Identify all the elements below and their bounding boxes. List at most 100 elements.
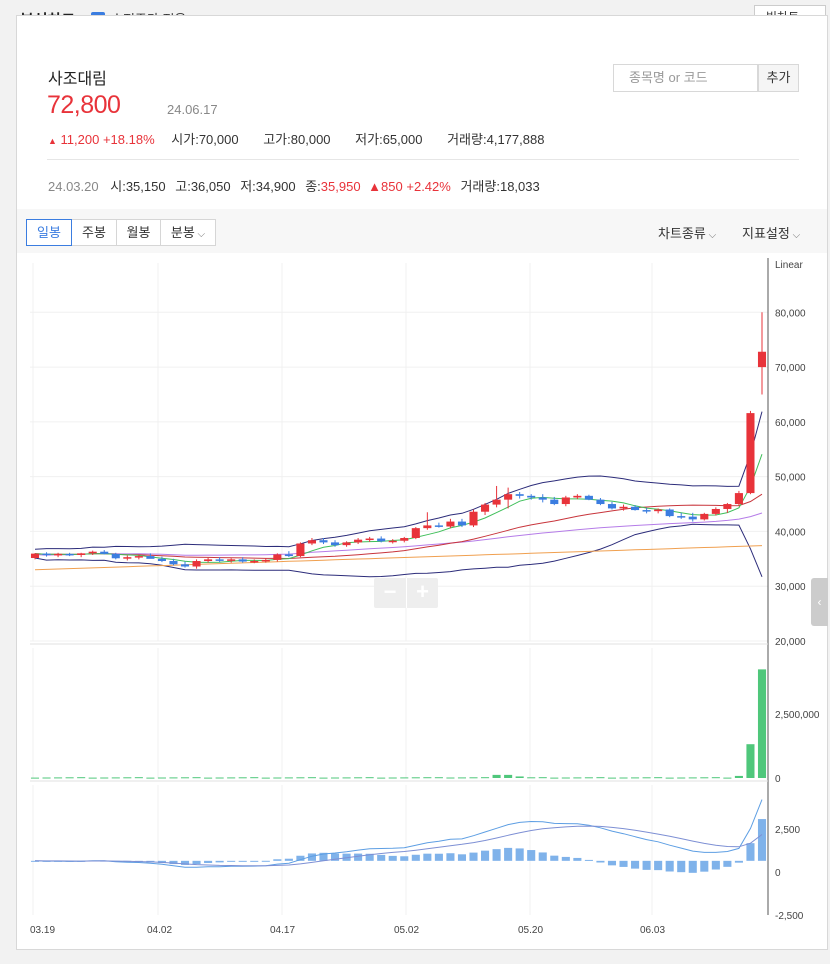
volume-bar: [100, 777, 109, 779]
bollinger-upper: [34, 411, 763, 550]
x-tick-label: 03.19: [30, 925, 55, 936]
macd-bar: [400, 856, 409, 861]
volume-bar: [169, 777, 178, 779]
zoom-out-button[interactable]: −: [374, 578, 406, 608]
y-tick-label: 50,000: [775, 473, 806, 484]
candle: [77, 553, 86, 555]
candle: [607, 504, 617, 509]
candle: [157, 558, 166, 562]
x-tick-label: 04.02: [147, 925, 172, 936]
macd-bar: [273, 859, 282, 861]
macd-bar: [654, 860, 663, 871]
macd-bar: [665, 860, 674, 872]
macd-bar: [492, 849, 501, 861]
volume-bar: [573, 777, 582, 779]
macd-bar: [700, 860, 709, 872]
candle: [423, 525, 432, 529]
macd-histogram: [30, 819, 767, 873]
volume-bar: [527, 777, 536, 779]
y-tick-label: 0: [775, 774, 781, 785]
candle: [111, 553, 120, 559]
volume-bar: [711, 777, 720, 779]
candle: [734, 493, 743, 505]
volume-bar: [123, 777, 132, 779]
macd-bar: [261, 860, 270, 862]
volume-bar: [42, 777, 51, 779]
candle: [88, 551, 97, 554]
candle: [261, 559, 270, 562]
macd-bar: [250, 860, 259, 862]
candle: [446, 521, 455, 527]
volume-bar: [423, 777, 432, 779]
volume-bar: [481, 777, 490, 779]
x-tick-label: 05.02: [394, 925, 419, 936]
candle: [723, 504, 732, 509]
volume-bar: [677, 777, 686, 779]
candle: [54, 553, 63, 556]
volume-bar: [723, 777, 732, 779]
macd-bar: [204, 860, 213, 863]
candle: [388, 540, 397, 543]
macd-bar: [584, 859, 593, 861]
volume-bar: [65, 777, 74, 779]
macd-bar: [446, 853, 455, 861]
y-tick-label: -2,500: [775, 911, 804, 922]
ma120-line: [34, 545, 763, 571]
tab-daily[interactable]: 일봉: [26, 219, 72, 246]
zoom-in-button[interactable]: +: [406, 578, 438, 608]
candle: [469, 511, 478, 526]
volume-bar: [619, 777, 628, 779]
x-tick-label: 04.17: [270, 925, 295, 936]
candle: [273, 554, 282, 560]
macd-bar: [607, 860, 617, 866]
volume-bar: [561, 777, 570, 779]
volume-bar: [215, 777, 224, 779]
x-tick-label: 06.03: [640, 925, 665, 936]
side-panel-toggle[interactable]: ‹: [811, 578, 828, 626]
volume-bar: [446, 777, 455, 779]
macd-bar: [596, 860, 605, 863]
stock-chart[interactable]: Linear 80,000 70,000 60,000 50,000 40,000 30,0…: [0, 0, 830, 964]
candle: [169, 561, 178, 565]
candle: [100, 551, 109, 554]
y-tick-label: 60,000: [775, 418, 806, 429]
macd-bar: [469, 852, 478, 861]
macd-bar: [573, 857, 582, 861]
macd-bar: [538, 852, 547, 861]
candle: [584, 495, 593, 500]
candle: [123, 557, 132, 559]
volume-bar: [261, 777, 270, 779]
volume-bar: [688, 777, 697, 779]
candle: [134, 556, 143, 558]
volume-bar: [584, 777, 593, 779]
volume-bar: [54, 777, 63, 779]
candle: [319, 540, 328, 543]
y-tick-label: 30,000: [775, 582, 806, 593]
candle: [204, 559, 213, 562]
y-tick-label: 2,500: [775, 825, 800, 836]
volume-bar: [354, 777, 363, 779]
macd-bar: [757, 819, 767, 861]
macd-bar: [457, 854, 467, 861]
macd-bar: [411, 854, 420, 861]
candle: [146, 556, 155, 559]
macd-bar: [550, 855, 559, 861]
candle: [481, 504, 490, 512]
candle: [457, 521, 467, 526]
volume-bar: [700, 777, 709, 779]
candle: [700, 513, 709, 520]
volume-bar: [30, 777, 40, 779]
volume-bar: [238, 777, 247, 779]
volume-bar: [157, 777, 166, 779]
y-tick-label: 0: [775, 868, 781, 879]
candle: [711, 508, 720, 514]
indicator-lines: [34, 411, 763, 578]
candle: [65, 553, 74, 556]
y-tick-label: 40,000: [775, 527, 806, 538]
volume-bar: [227, 777, 236, 779]
candle: [180, 564, 190, 567]
macd-bar: [354, 853, 363, 861]
volume-bar: [457, 777, 467, 779]
candle: [42, 553, 51, 556]
macd-bar: [642, 860, 651, 870]
